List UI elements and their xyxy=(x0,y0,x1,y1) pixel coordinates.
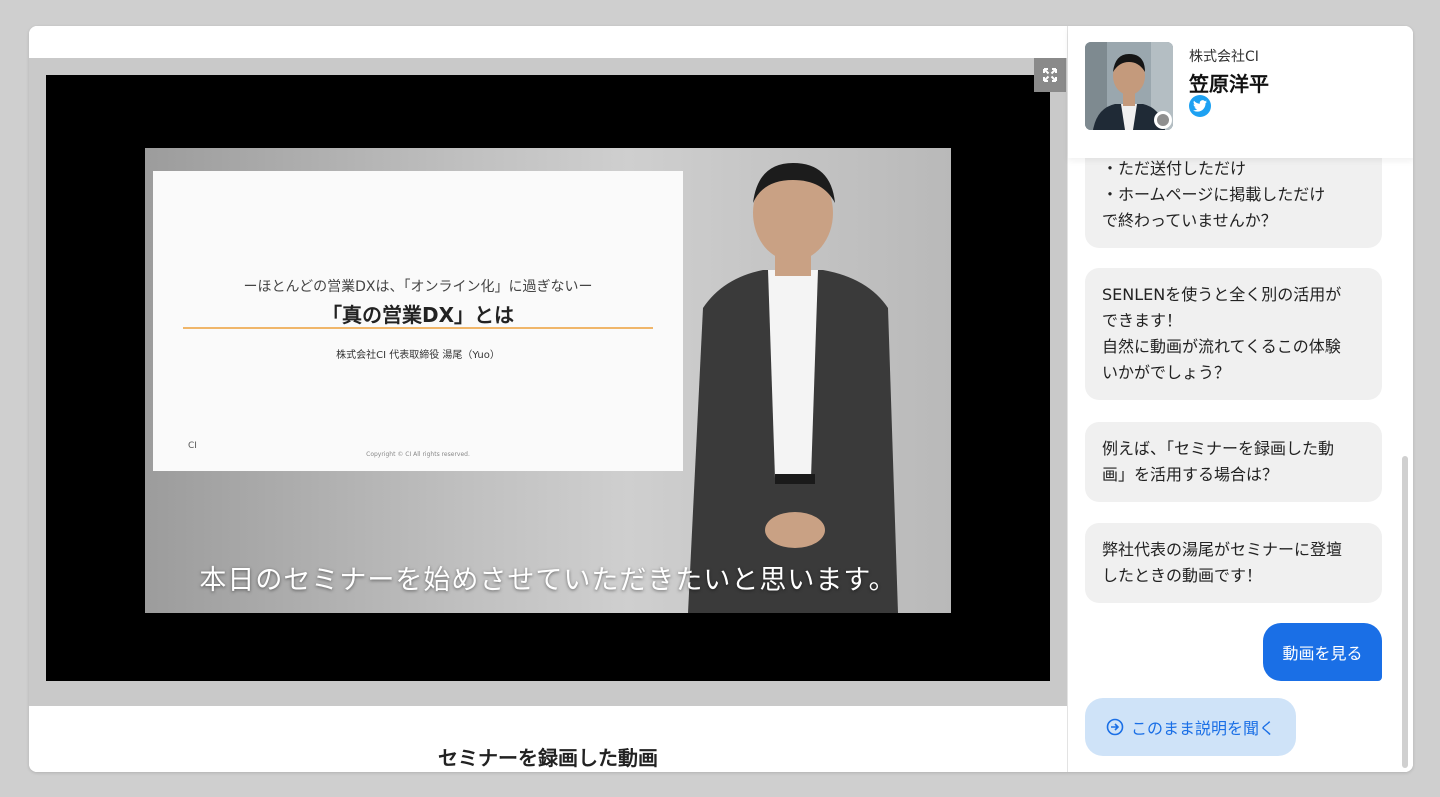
message-list[interactable]: ・ただ送付しただけ ・ホームページに掲載しただけ で終わっていませんか？ SEN… xyxy=(1068,144,1413,772)
scroll-thumb[interactable] xyxy=(1402,456,1408,768)
slide-title: 「真の営業DX」とは xyxy=(321,303,515,327)
message-line: したときの動画です！ xyxy=(1102,566,1263,585)
contact-name: 笠原洋平 xyxy=(1189,72,1269,96)
message-line: 例えば、「セミナーを録画した動 xyxy=(1102,439,1335,458)
video-title: セミナーを録画した動画 xyxy=(438,746,658,770)
video-viewport[interactable]: ーほとんどの営業DXは、「オンライン化」に過ぎないー 「真の営業DX」とは 株式… xyxy=(46,75,1050,681)
video-player[interactable]: ーほとんどの営業DXは、「オンライン化」に過ぎないー 「真の営業DX」とは 株式… xyxy=(29,58,1067,706)
message-line: ・ホームページに掲載しただけ xyxy=(1102,185,1326,204)
slide-logo: CI xyxy=(188,441,197,451)
chat-header: 株式会社CI 笠原洋平 xyxy=(1068,26,1413,158)
chat-scrollbar[interactable] xyxy=(1400,158,1410,768)
message-line: 画」を活用する場合は？ xyxy=(1102,465,1279,484)
twitter-icon[interactable] xyxy=(1189,95,1211,117)
slide-copyright: Copyright © CI All rights reserved. xyxy=(366,451,470,458)
status-indicator xyxy=(1154,111,1172,129)
message-line: できます！ xyxy=(1102,311,1183,330)
fullscreen-button[interactable] xyxy=(1034,58,1066,92)
message-line: で終わっていませんか？ xyxy=(1102,211,1277,230)
message-line: 自然に動画が流れてくるこの体験 xyxy=(1102,337,1341,356)
video-subtitle: 本日のセミナーを始めさせていただきたいと思います。 xyxy=(199,565,897,596)
company-name: 株式会社CI xyxy=(1189,49,1259,65)
chat-panel: 株式会社CI 笠原洋平 ・ただ送付しただけ ・ホームページに掲載しただけ で終わ… xyxy=(1067,26,1413,772)
chat-message: ・ただ送付しただけ ・ホームページに掲載しただけ で終わっていませんか？ xyxy=(1085,144,1382,248)
expand-icon xyxy=(1043,68,1057,82)
app-window: ーほとんどの営業DXは、「オンライン化」に過ぎないー 「真の営業DX」とは 株式… xyxy=(29,26,1413,772)
message-line: SENLENを使うと全く別の活用が xyxy=(1102,285,1342,304)
continue-explanation-label: このまま説明を聞く xyxy=(1130,719,1275,738)
message-line: いかがでしょう？ xyxy=(1102,363,1231,382)
slide-subtitle: ーほとんどの営業DXは、「オンライン化」に過ぎないー xyxy=(243,279,593,295)
presenter-figure xyxy=(688,163,898,613)
video-frame-image: ーほとんどの営業DXは、「オンライン化」に過ぎないー 「真の営業DX」とは 株式… xyxy=(145,148,951,613)
chat-message: SENLENを使うと全く別の活用が できます！ 自然に動画が流れてくるこの体験 … xyxy=(1085,268,1382,400)
watch-video-button[interactable]: 動画を見る xyxy=(1263,623,1382,681)
arrow-circle-right-icon xyxy=(1106,718,1124,736)
message-line: ・ただ送付しただけ xyxy=(1102,159,1247,178)
slide-presenter: 株式会社CI 代表取締役 湯尾（Yuo） xyxy=(336,350,500,361)
presentation-slide: ーほとんどの営業DXは、「オンライン化」に過ぎないー 「真の営業DX」とは 株式… xyxy=(153,171,683,471)
chat-message: 例えば、「セミナーを録画した動 画」を活用する場合は？ xyxy=(1085,422,1382,502)
video-pane: ーほとんどの営業DXは、「オンライン化」に過ぎないー 「真の営業DX」とは 株式… xyxy=(29,26,1067,772)
slide-divider xyxy=(183,327,653,329)
chat-message: 弊社代表の湯尾がセミナーに登壇 したときの動画です！ xyxy=(1085,523,1382,603)
message-line: 弊社代表の湯尾がセミナーに登壇 xyxy=(1102,540,1343,559)
continue-explanation-button[interactable]: このまま説明を聞く xyxy=(1085,698,1296,756)
